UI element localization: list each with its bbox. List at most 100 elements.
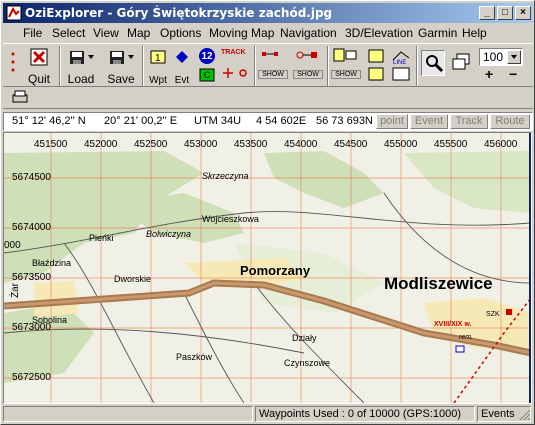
quit-icon [30,48,48,66]
utm-zone-readout: UTM 34U [194,115,242,127]
map-symbol-icon [455,345,465,353]
toolbar-separator [142,46,144,86]
names-icon [333,48,357,62]
church-icon [506,309,512,315]
easting-label: 453000 [184,139,218,150]
easting-label: 453500 [234,139,268,150]
quit-button[interactable]: Quit [23,46,55,86]
svg-text:C: C [204,70,211,80]
map-canvas[interactable]: 451500 452000 452500 453000 453500 45400… [4,133,531,403]
waypoints-status: Waypoints Used : 0 of 10000 (GPS:1000) [255,406,475,422]
place-label: Dworskie [114,274,151,284]
menu-garmin[interactable]: Garmin [418,26,457,40]
toolbar-separator [416,46,418,86]
toolbar-separator [254,46,256,86]
point-button[interactable]: point [376,114,408,129]
northing-label: 5674000 [12,222,51,233]
show-route-button[interactable]: SHOW [258,46,288,86]
menu-bar: File Select View Map Options Moving Map … [3,24,533,42]
track-label: TRACK [221,49,246,56]
menu-file[interactable]: File [23,26,42,40]
map-view[interactable]: 451500 452000 452500 453000 453500 45400… [3,132,532,404]
easting-label: 456000 [484,139,518,150]
place-label: Skrzeczyna [202,171,249,181]
latitude-readout: 51° 12' 46,2'' N [12,115,86,127]
show-waypoints-button[interactable]: SHOW [293,46,323,86]
window-tool-button[interactable] [449,50,473,76]
menu-help[interactable]: Help [462,26,487,40]
easting-label: 455000 [384,139,418,150]
easting-label: 454500 [334,139,368,150]
place-label: Działy [292,333,317,343]
menu-moving-map[interactable]: Moving Map [209,26,274,40]
place-label: XVIII/XIX w. [434,321,472,328]
maximize-button[interactable]: □ [497,6,513,20]
menu-view[interactable]: View [93,26,119,40]
svg-text:1: 1 [155,53,161,64]
main-toolbar: Quit Load Save 1 Wpt Evt C 12 TRACK SHOW… [3,43,533,87]
windows-icon [452,53,470,70]
place-label: Sobolina [32,315,67,325]
toolbar-separator [327,46,329,86]
secondary-toolbar [3,87,533,109]
route-mode-button[interactable]: Route [490,114,530,129]
easting-label: 452000 [84,139,118,150]
zoom-tool-button[interactable] [421,50,445,76]
show-route-label: SHOW [258,70,288,79]
easting-label: 454000 [284,139,318,150]
waypoint-label: Wpt [149,75,167,86]
track-number-button[interactable]: C 12 [195,46,219,86]
menu-options[interactable]: Options [160,26,201,40]
magnifier-icon [426,55,444,73]
place-label: SZK [486,311,500,318]
window-title: OziExplorer - Góry Świętokrzyskie zachód… [25,6,333,20]
resize-grip-icon[interactable] [519,409,531,421]
menu-3d-elevation[interactable]: 3D/Elevation [345,26,413,40]
track-mode-button[interactable]: Track [450,114,488,129]
save-button[interactable]: Save [103,46,139,86]
zoom-value: 100 [483,50,504,64]
print-map-icon[interactable] [11,90,29,104]
menu-navigation[interactable]: Navigation [280,26,337,40]
line-label: LINE [393,60,407,66]
place-label: Modliszewice [384,274,493,293]
place-label: Paszków [176,352,213,362]
show-waypoints-label: SHOW [293,70,323,79]
zoom-in-button[interactable]: + [485,66,493,82]
toolbar-grip-icon [11,52,15,72]
northing-label: 5672500 [12,372,51,383]
minimize-button[interactable]: _ [479,6,495,20]
waypoint-button[interactable]: 1 Wpt [146,46,170,86]
chevron-down-icon [511,55,517,59]
app-icon [6,5,22,21]
zoom-out-button[interactable]: − [509,66,517,82]
coordinate-bar: 51° 12' 46,2'' N 20° 21' 00,2'' E UTM 34… [3,112,533,131]
close-button[interactable]: × [515,6,531,20]
point-tools-button[interactable] [365,46,387,86]
menu-map[interactable]: Map [127,26,150,40]
northing-label: 5673500 [12,272,51,283]
folder-open-icon [70,51,94,64]
menu-select[interactable]: Select [52,26,85,40]
event-mode-button[interactable]: Event [410,114,448,129]
northing-readout: 56 73 693N [316,115,373,127]
event-label: Evt [174,75,190,86]
load-button[interactable]: Load [63,46,99,86]
floppy-disk-icon [110,51,134,64]
easting-label: 455500 [434,139,468,150]
line-tools-button[interactable]: LINE [389,46,413,86]
route-icon [262,52,278,56]
event-button[interactable]: Evt [170,46,194,86]
place-label: rem. [459,334,473,341]
load-label: Load [67,72,95,86]
zoom-dropdown-button[interactable] [507,50,521,64]
side-label: Żar [8,282,21,298]
left-edge-label: 000 [4,240,21,251]
track-button[interactable]: TRACK [221,46,251,86]
quit-label: Quit [27,72,50,86]
app-window: OziExplorer - Góry Świętokrzyskie zachód… [0,0,535,425]
show-names-button[interactable]: SHOW [331,46,361,86]
zoom-select[interactable]: 100 [479,48,523,66]
easting-label: 452500 [134,139,168,150]
status-panel-left [3,406,253,422]
